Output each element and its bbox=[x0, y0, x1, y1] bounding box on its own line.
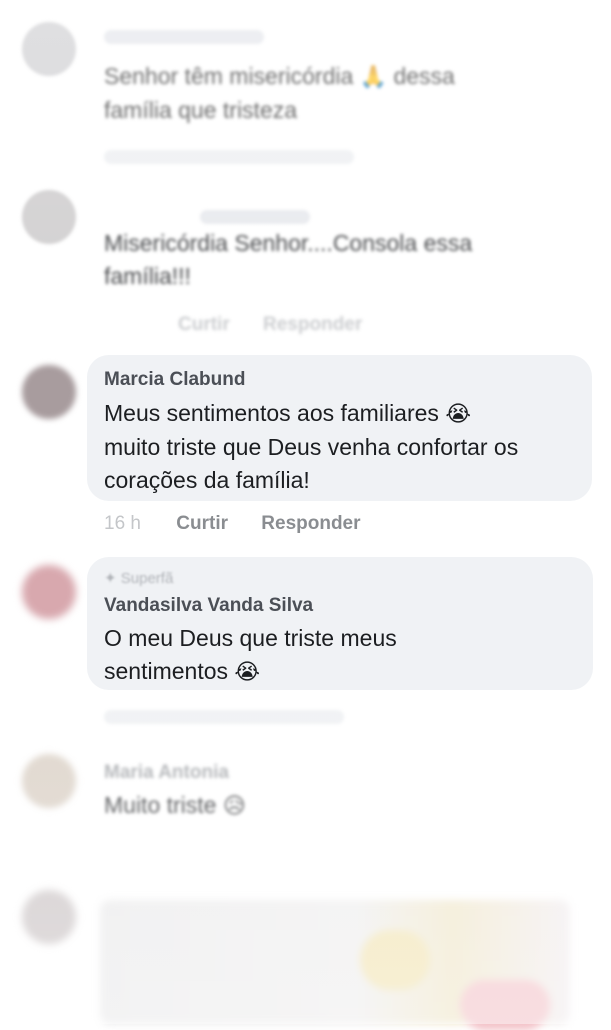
comment-line: Meus sentimentos aos familiares bbox=[104, 400, 439, 426]
sad-tear-face-icon: 😥 bbox=[222, 794, 246, 819]
comment-author[interactable]: Vandasilva Vanda Silva bbox=[104, 595, 313, 617]
comment-author[interactable]: Marcia Clabund bbox=[104, 369, 245, 391]
blurred-next-comment bbox=[0, 860, 611, 1030]
top-fan-label: Superfã bbox=[120, 570, 174, 587]
crying-face-icon: 😭 bbox=[234, 660, 261, 685]
like-link[interactable]: Curtir bbox=[178, 314, 230, 335]
blurred-actions bbox=[104, 150, 354, 164]
comment-1: Senhor têm misericórdia 🙏 dessa família … bbox=[0, 0, 611, 190]
comment-text: O meu Deus que triste meus sentimentos 😭 bbox=[104, 622, 397, 689]
comment-line: corações da família! bbox=[104, 467, 310, 493]
blurred-actions bbox=[104, 710, 344, 724]
star-icon: ✦ bbox=[104, 570, 121, 587]
comment-line: família que tristeza bbox=[104, 97, 298, 123]
comment-actions: Curtir Responder bbox=[178, 314, 390, 336]
timestamp: 16 h bbox=[104, 513, 141, 534]
comment-line: O meu Deus que triste meus bbox=[104, 625, 397, 651]
comment-text: Senhor têm misericórdia 🙏 dessa família … bbox=[104, 60, 455, 127]
blurred-author-name bbox=[104, 30, 264, 44]
comment-text: Misericórdia Senhor....Consola essa famí… bbox=[104, 227, 472, 293]
comment-line: sentimentos bbox=[104, 658, 229, 684]
avatar[interactable] bbox=[22, 754, 76, 808]
reply-link[interactable]: Responder bbox=[261, 513, 360, 534]
comment-author[interactable]: Maria Antonia bbox=[104, 762, 229, 784]
comment-line: Misericórdia Senhor....Consola essa bbox=[104, 230, 473, 256]
pray-emoji-icon: 🙏 bbox=[359, 65, 388, 90]
comment-4: ✦ Superfã Vandasilva Vanda Silva O meu D… bbox=[0, 557, 611, 692]
comment-line: dessa bbox=[393, 63, 455, 89]
avatar[interactable] bbox=[22, 565, 76, 619]
crying-face-icon: 😭 bbox=[445, 402, 472, 427]
comment-line: muito triste que Deus venha confortar os bbox=[104, 434, 519, 460]
comment-text: Meus sentimentos aos familiares 😭 muito … bbox=[104, 397, 518, 497]
blurred-author-name bbox=[200, 210, 310, 224]
blurred-sticker bbox=[460, 980, 550, 1030]
comment-line: Senhor têm misericórdia bbox=[104, 63, 354, 89]
avatar[interactable] bbox=[22, 365, 76, 419]
like-link[interactable]: Curtir bbox=[176, 513, 228, 534]
reply-link[interactable]: Responder bbox=[263, 314, 362, 335]
comment-text: Muito triste 😥 bbox=[104, 789, 246, 823]
comment-2: Misericórdia Senhor....Consola essa famí… bbox=[0, 175, 611, 355]
comment-line: Muito triste bbox=[104, 792, 217, 818]
top-fan-badge: ✦ Superfã bbox=[104, 569, 173, 587]
comment-actions: 16 h Curtir Responder bbox=[104, 513, 389, 535]
avatar[interactable] bbox=[22, 890, 76, 944]
avatar[interactable] bbox=[22, 190, 76, 244]
comment-line: família!!! bbox=[104, 263, 191, 289]
blurred-sticker bbox=[360, 930, 430, 990]
comment-5: Maria Antonia Muito triste 😥 bbox=[0, 692, 611, 872]
comment-3: Marcia Clabund Meus sentimentos aos fami… bbox=[0, 355, 611, 555]
avatar[interactable] bbox=[22, 22, 76, 76]
comment-bubble: Marcia Clabund Meus sentimentos aos fami… bbox=[87, 355, 592, 501]
comment-bubble: ✦ Superfã Vandasilva Vanda Silva O meu D… bbox=[87, 557, 593, 690]
